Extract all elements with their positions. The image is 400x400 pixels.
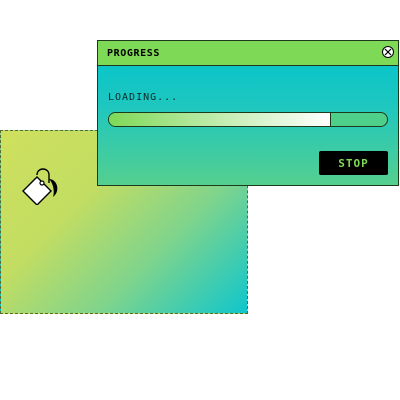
dialog-title: PROGRESS <box>107 48 160 59</box>
close-button[interactable] <box>382 46 394 58</box>
progress-bar-fill <box>109 113 332 126</box>
progress-bar <box>108 112 388 127</box>
close-icon <box>384 48 392 56</box>
progress-dialog: PROGRESS LOADING... STOP <box>97 40 399 186</box>
dialog-titlebar[interactable]: PROGRESS <box>98 41 398 66</box>
loading-status-label: LOADING... <box>108 92 179 103</box>
stop-button[interactable]: STOP <box>319 151 388 175</box>
paint-bucket-icon[interactable] <box>21 165 61 205</box>
